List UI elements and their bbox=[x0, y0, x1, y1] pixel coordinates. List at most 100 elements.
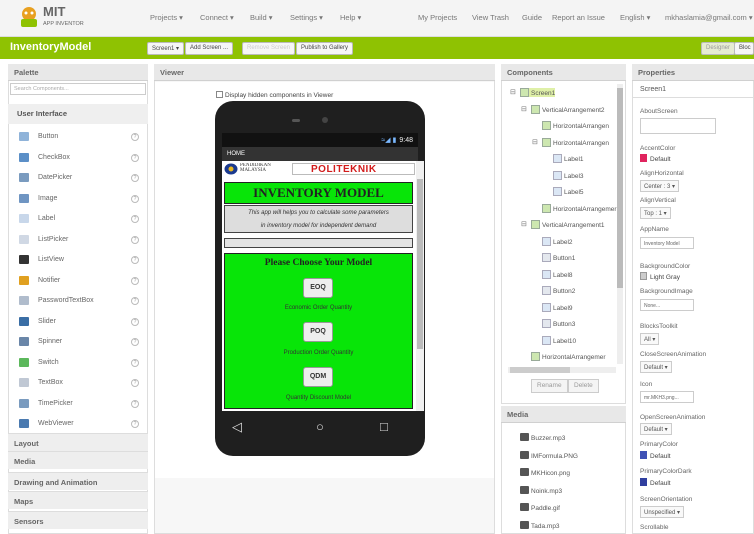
components-hscroll-thumb[interactable] bbox=[510, 367, 570, 373]
collapse-toggle-icon[interactable]: ⊟ bbox=[521, 105, 527, 113]
palette-item-listview[interactable]: ListView? bbox=[9, 250, 147, 270]
palette-search-input[interactable]: Search Components... bbox=[10, 83, 146, 95]
eoq-button[interactable]: EOQ bbox=[303, 278, 333, 298]
component-verticalarrangement2[interactable]: VerticalArrangement2 bbox=[531, 104, 605, 114]
category-layout[interactable]: Layout bbox=[8, 433, 148, 451]
component-verticalarrangement1[interactable]: VerticalArrangement1 bbox=[531, 220, 605, 229]
palette-item-switch[interactable]: Switch? bbox=[9, 353, 147, 373]
component-horizontalarrangen[interactable]: HorizontalArrangen bbox=[542, 137, 609, 147]
background-color-value[interactable]: Light Gray bbox=[640, 272, 680, 281]
link-my-projects[interactable]: My Projects bbox=[418, 13, 457, 22]
scrollbar-thumb[interactable] bbox=[417, 179, 423, 349]
collapse-toggle-icon[interactable]: ⊟ bbox=[521, 220, 527, 228]
align-horizontal-select[interactable]: Center : 3 ▾ bbox=[640, 180, 680, 192]
about-screen-textarea[interactable] bbox=[640, 118, 716, 134]
components-hscrollbar[interactable] bbox=[508, 367, 616, 373]
palette-item-timepicker[interactable]: TimePicker? bbox=[9, 394, 147, 414]
palette-item-passwordtextbox[interactable]: PasswordTextBox? bbox=[9, 291, 147, 311]
help-icon[interactable]: ? bbox=[131, 256, 139, 264]
add-screen-button[interactable]: Add Screen ... bbox=[185, 42, 234, 55]
palette-item-webviewer[interactable]: WebViewer? bbox=[9, 414, 147, 434]
palette-item-label[interactable]: Label? bbox=[9, 209, 147, 229]
category-sensors[interactable]: Sensors bbox=[8, 511, 148, 529]
media-file[interactable]: Buzzer.mp3 bbox=[520, 433, 565, 442]
component-button3[interactable]: Button3 bbox=[542, 319, 575, 328]
palette-item-image[interactable]: Image? bbox=[9, 189, 147, 209]
remove-screen-button[interactable]: Remove Screen bbox=[242, 42, 296, 55]
palette-item-notifier[interactable]: Notifier? bbox=[9, 271, 147, 291]
palette-item-textbox[interactable]: TextBox? bbox=[9, 373, 147, 393]
category-media[interactable]: Media bbox=[8, 451, 148, 469]
component-label5[interactable]: Label5 bbox=[553, 187, 584, 196]
menu-connect[interactable]: Connect ▾ bbox=[200, 13, 234, 22]
poq-button[interactable]: POQ bbox=[303, 322, 333, 342]
collapse-toggle-icon[interactable]: ⊟ bbox=[510, 88, 516, 96]
help-icon[interactable]: ? bbox=[131, 235, 139, 244]
component-screen1[interactable]: Screen1 bbox=[520, 88, 556, 97]
display-hidden-checkbox[interactable]: Display hidden components in Viewer bbox=[216, 91, 346, 99]
component-label8[interactable]: Label8 bbox=[542, 269, 573, 279]
help-icon[interactable]: ? bbox=[131, 399, 139, 408]
primary-dark-value[interactable]: Default bbox=[640, 478, 671, 487]
blocks-button[interactable]: Bloc bbox=[734, 42, 754, 55]
media-file[interactable]: Noink.mp3 bbox=[520, 485, 562, 495]
category-user-interface[interactable]: User Interface bbox=[8, 104, 148, 124]
help-icon[interactable]: ? bbox=[131, 297, 139, 305]
help-icon[interactable]: ? bbox=[131, 338, 139, 346]
help-icon[interactable]: ? bbox=[131, 153, 139, 162]
media-file[interactable]: Tada.mp3 bbox=[520, 520, 560, 530]
palette-item-button[interactable]: Button? bbox=[9, 127, 147, 147]
link-guide[interactable]: Guide bbox=[522, 13, 542, 22]
checkbox-icon[interactable] bbox=[216, 91, 223, 98]
accent-color-value[interactable]: Default bbox=[640, 154, 671, 163]
blocks-toolkit-select[interactable]: All ▾ bbox=[640, 333, 660, 345]
app-name-input[interactable]: Inventory Model bbox=[640, 237, 694, 249]
phone-scrollbar[interactable] bbox=[416, 161, 424, 411]
help-icon[interactable]: ? bbox=[131, 420, 139, 428]
menu-settings[interactable]: Settings ▾ bbox=[290, 13, 323, 22]
component-label2[interactable]: Label2 bbox=[542, 236, 573, 246]
primary-color-value[interactable]: Default bbox=[640, 451, 671, 460]
home-nav-icon[interactable]: ○ bbox=[316, 419, 324, 434]
designer-button[interactable]: Designer bbox=[701, 42, 736, 55]
component-horizontalarrangemer[interactable]: HorizontalArrangemer bbox=[542, 203, 617, 213]
components-scroll-thumb[interactable] bbox=[617, 88, 623, 288]
icon-input[interactable]: mr.MKH3.png... bbox=[640, 391, 694, 403]
help-icon[interactable]: ? bbox=[131, 194, 139, 203]
menu-help[interactable]: Help ▾ bbox=[340, 13, 361, 22]
menu-projects[interactable]: Projects ▾ bbox=[150, 13, 183, 22]
screen-orientation-select[interactable]: Unspecified ▾ bbox=[640, 506, 685, 518]
component-button2[interactable]: Button2 bbox=[542, 286, 575, 295]
open-animation-select[interactable]: Default ▾ bbox=[640, 423, 672, 435]
help-icon[interactable]: ? bbox=[131, 379, 139, 387]
back-nav-icon[interactable]: ◁ bbox=[232, 419, 242, 435]
align-vertical-select[interactable]: Top : 1 ▾ bbox=[640, 207, 671, 219]
delete-button[interactable]: Delete bbox=[568, 379, 599, 393]
palette-item-datepicker[interactable]: DatePicker? bbox=[9, 168, 147, 188]
menu-language[interactable]: English ▾ bbox=[620, 13, 650, 22]
palette-item-slider[interactable]: Slider? bbox=[9, 312, 147, 332]
component-label10[interactable]: Label10 bbox=[542, 335, 576, 345]
menu-build[interactable]: Build ▾ bbox=[250, 13, 273, 22]
screen-select[interactable]: Screen1 ▾ bbox=[147, 42, 185, 55]
component-label3[interactable]: Label3 bbox=[553, 170, 584, 180]
media-file[interactable]: MKHicon.png bbox=[520, 468, 570, 477]
media-file[interactable]: IMFormula.PNG bbox=[520, 450, 578, 460]
component-label1[interactable]: Label1 bbox=[553, 154, 584, 163]
link-report-issue[interactable]: Report an Issue bbox=[552, 13, 605, 22]
palette-item-checkbox[interactable]: CheckBox? bbox=[9, 148, 147, 168]
component-horizontalarrangemer[interactable]: HorizontalArrangemer bbox=[531, 352, 606, 361]
recents-nav-icon[interactable]: □ bbox=[380, 419, 388, 434]
help-icon[interactable]: ? bbox=[131, 317, 139, 326]
close-animation-select[interactable]: Default ▾ bbox=[640, 361, 672, 373]
help-icon[interactable]: ? bbox=[131, 358, 139, 367]
publish-gallery-button[interactable]: Publish to Gallery bbox=[296, 42, 354, 55]
help-icon[interactable]: ? bbox=[131, 133, 139, 141]
component-button1[interactable]: Button1 bbox=[542, 253, 575, 262]
palette-item-spinner[interactable]: Spinner? bbox=[9, 332, 147, 352]
palette-item-listpicker[interactable]: ListPicker? bbox=[9, 230, 147, 250]
help-icon[interactable]: ? bbox=[131, 276, 139, 285]
component-label9[interactable]: Label9 bbox=[542, 302, 573, 312]
category-maps[interactable]: Maps bbox=[8, 491, 148, 509]
category-drawing-animation[interactable]: Drawing and Animation bbox=[8, 472, 148, 490]
